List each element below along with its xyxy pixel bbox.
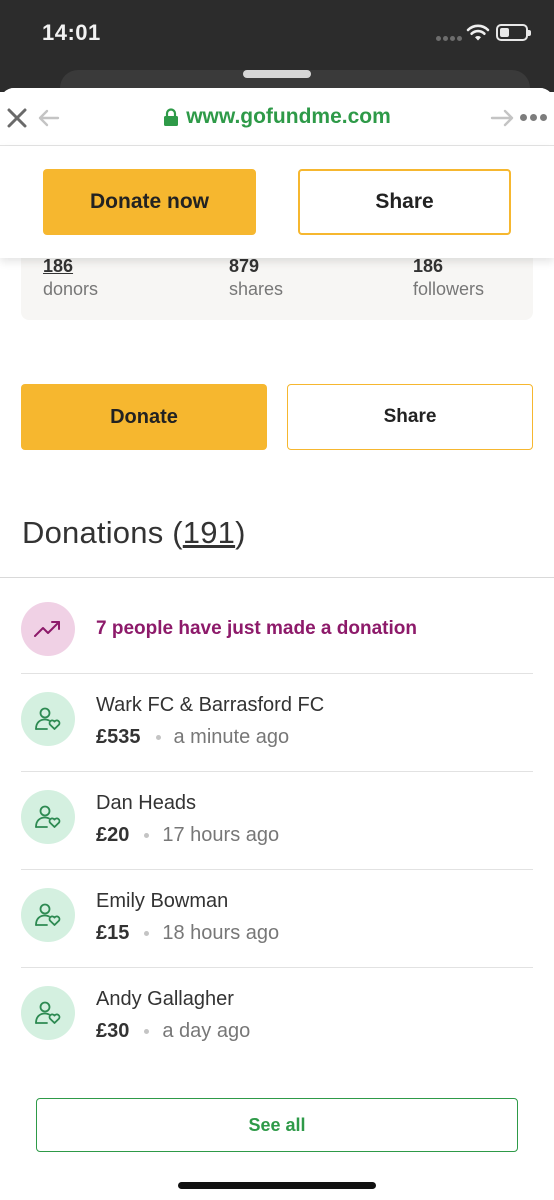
separator-dot: [144, 931, 150, 936]
more-dots-icon[interactable]: [520, 114, 547, 121]
divider: [0, 577, 554, 578]
wifi-icon: [466, 24, 490, 41]
battery-icon: [496, 24, 531, 41]
donations-count[interactable]: 191: [183, 515, 235, 550]
stat-donors[interactable]: 186 donors: [43, 256, 98, 300]
address-bar[interactable]: www.gofundme.com: [0, 88, 554, 146]
donor-meta: £20 17 hours ago: [96, 824, 279, 847]
donation-amount: £30: [96, 1020, 130, 1042]
donor-avatar: [21, 692, 75, 746]
trend-text[interactable]: 7 people have just made a donation: [96, 618, 417, 640]
donate-now-button[interactable]: Donate now: [43, 169, 256, 235]
trend-row: 7 people have just made a donation: [21, 588, 533, 685]
trending-up-icon: [34, 621, 60, 637]
donation-row: Dan Heads £20 17 hours ago: [21, 772, 533, 869]
donor-avatar: [21, 790, 75, 844]
separator-dot: [155, 735, 161, 740]
donor-heart-icon: [35, 805, 61, 828]
browser-sheet: www.gofundme.com Donate now Share 186 do…: [0, 88, 554, 1200]
donation-row: Emily Bowman £15 18 hours ago: [21, 870, 533, 967]
donation-amount: £20: [96, 824, 130, 846]
donor-name: Dan Heads: [96, 792, 197, 814]
browser-toolbar: www.gofundme.com: [0, 88, 554, 146]
share-button[interactable]: Share: [287, 384, 533, 450]
sticky-share-button[interactable]: Share: [298, 169, 511, 235]
status-bar: 14:01: [0, 0, 554, 110]
status-time: 14:01: [42, 20, 101, 45]
url-text: www.gofundme.com: [186, 105, 391, 128]
donations-heading-text: Donations: [22, 515, 164, 550]
stat-followers: 186 followers: [413, 256, 484, 300]
stat-shares: 879 shares: [229, 256, 283, 300]
signal-icon: [436, 36, 462, 41]
donor-avatar: [21, 986, 75, 1040]
donation-amount: £15: [96, 922, 130, 944]
donate-button[interactable]: Donate: [21, 384, 267, 450]
donor-avatar: [21, 888, 75, 942]
lock-icon: [164, 108, 179, 126]
donations-heading: Donations (191): [22, 515, 246, 551]
sheet-grabber[interactable]: [243, 70, 311, 78]
donor-name: Wark FC & Barrasford FC: [96, 694, 325, 716]
trend-avatar: [21, 602, 75, 656]
donor-heart-icon: [35, 1001, 61, 1024]
donor-meta: £30 a day ago: [96, 1020, 250, 1043]
donations-count-wrap[interactable]: (191): [172, 515, 245, 550]
donor-meta: £535 a minute ago: [96, 726, 289, 749]
donor-heart-icon: [35, 903, 61, 926]
separator-dot: [144, 1029, 150, 1034]
donor-meta: £15 18 hours ago: [96, 922, 279, 945]
separator-dot: [144, 833, 150, 838]
sticky-donate-bar: Donate now Share: [0, 146, 554, 258]
donor-heart-icon: [35, 707, 61, 730]
forward-arrow-icon[interactable]: [490, 107, 516, 129]
followers-label: followers: [413, 279, 485, 299]
donation-time: 17 hours ago: [162, 824, 280, 846]
see-all-button[interactable]: See all: [36, 1098, 518, 1152]
donation-row: Wark FC & Barrasford FC £535 a minute ago: [21, 674, 533, 771]
donors-count: 186: [43, 256, 74, 276]
donation-time: a minute ago: [173, 726, 290, 748]
donation-time: 18 hours ago: [162, 922, 280, 944]
shares-count: 879: [229, 256, 260, 276]
donation-time: a day ago: [162, 1020, 251, 1042]
home-indicator: [178, 1182, 376, 1189]
donation-row: Andy Gallagher £30 a day ago: [21, 968, 533, 1065]
donor-name: Emily Bowman: [96, 890, 229, 912]
followers-count: 186: [413, 256, 444, 276]
donation-amount: £535: [96, 726, 141, 748]
donors-label: donors: [43, 279, 99, 299]
shares-label: shares: [229, 279, 284, 299]
donor-name: Andy Gallagher: [96, 988, 234, 1010]
